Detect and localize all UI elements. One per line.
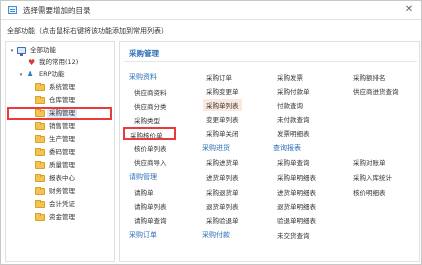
folder-icon (35, 161, 45, 169)
function-link[interactable]: 核价单列表 (134, 143, 167, 153)
category-label: 请购管理 (129, 173, 157, 181)
function-link[interactable]: 采购类型 (134, 115, 160, 125)
function-link[interactable]: 退货单列表 (206, 201, 239, 211)
tree-folder-label: 财务管理 (49, 187, 75, 195)
function-link[interactable]: 供应商资料 (134, 87, 167, 97)
function-link[interactable]: 进货单列表 (206, 172, 239, 182)
function-content-panel: 采购管理 采购资料 供应商资料 供应商分类 采购类型 采购核价单 核价单列表 供… (119, 41, 420, 262)
function-link[interactable]: 请购单查询 (134, 215, 167, 225)
tree-folder-label: 生产管理 (49, 135, 75, 143)
folder-icon (35, 148, 45, 156)
function-link[interactable]: 退货单明细表 (277, 201, 316, 211)
function-link[interactable]: 核价明细表 (353, 187, 386, 197)
function-link[interactable]: 采购入库统计 (353, 172, 392, 182)
people-icon: ♟ (27, 70, 34, 78)
folder-icon (35, 174, 45, 182)
function-link[interactable]: 采购对账单 (353, 157, 386, 167)
tree-folder-label: 资金管理 (49, 213, 75, 221)
function-link[interactable]: 未交货查询 (277, 230, 310, 240)
function-link[interactable]: 采购订单 (206, 72, 232, 82)
tree-folder-label: 仓库管理 (49, 96, 75, 104)
tree-folder-label: 系统管理 (49, 83, 75, 91)
function-link[interactable]: 进货单明细表 (277, 187, 316, 197)
function-link[interactable]: 采购单关闭 (206, 128, 239, 138)
collapse-icon[interactable]: ▾ (9, 48, 15, 54)
function-link[interactable]: 验退单明细表 (277, 215, 316, 225)
category-label: 采购资料 (129, 73, 157, 81)
close-icon[interactable]: ✕ (403, 4, 415, 16)
folder-icon (35, 96, 45, 104)
function-link[interactable]: 采购单查询 (277, 157, 310, 167)
tree-folder-label: 报表中心 (49, 174, 75, 182)
tree-folder-label: 质量管理 (49, 161, 75, 169)
category-label: 采购订单 (129, 231, 157, 239)
function-link-hover[interactable]: 采购单列表 (203, 99, 242, 111)
category-label: 采购付款 (202, 231, 230, 239)
function-link[interactable]: 供应商导入 (134, 157, 167, 167)
function-link[interactable]: 采购验退单 (206, 215, 239, 225)
tree-erp-label: ERP功能 (39, 70, 65, 78)
folder-icon (35, 187, 45, 195)
function-link[interactable]: 发票明细表 (277, 128, 310, 138)
folder-icon (35, 83, 45, 91)
hint-text: 全部功能（点击鼠标右键将该功能添加到常用列表） (7, 27, 168, 35)
collapse-icon[interactable]: ▾ (18, 72, 24, 78)
category-label: 查询报表 (273, 144, 301, 152)
selection-highlight-box (7, 107, 112, 120)
tree-folder-label: 销售管理 (49, 122, 75, 130)
function-link[interactable]: 采购额排名 (353, 72, 386, 82)
selection-highlight-box (123, 127, 176, 140)
folder-icon (35, 200, 45, 208)
category-label: 采购进货 (202, 144, 230, 152)
function-tree: ▾ 全部功能 ♥ 我的常用(12) ▾ ♟ ERP功能 系统管理 仓库管理 采购… (5, 41, 115, 262)
folder-icon (35, 122, 45, 130)
folder-icon (35, 135, 45, 143)
function-link[interactable]: 采购进货单 (206, 157, 239, 167)
title-bar: 选择需要增加的目录 ✕ (1, 1, 421, 20)
function-link[interactable]: 采购发票 (277, 72, 303, 82)
tree-root-label: 全部功能 (30, 46, 56, 54)
tree-folder-label: 会计凭证 (49, 200, 75, 208)
function-link[interactable]: 请购单列表 (134, 201, 167, 211)
tree-favorites-label: 我的常用(12) (39, 58, 79, 66)
window-icon (8, 6, 17, 14)
section-divider (124, 61, 417, 62)
folder-icon (35, 213, 45, 221)
section-title: 采购管理 (129, 49, 159, 58)
function-link[interactable]: 供应商进货查询 (353, 86, 399, 96)
function-link[interactable]: 采购付款单 (277, 86, 310, 96)
function-link[interactable]: 供应商分类 (134, 101, 167, 111)
tree-folder-label: 委码管理 (49, 148, 75, 156)
function-link[interactable]: 变更单列表 (206, 114, 239, 124)
window-title: 选择需要增加的目录 (23, 6, 91, 15)
function-link[interactable]: 采购单明细表 (277, 172, 316, 182)
dialog-window: 选择需要增加的目录 ✕ 全部功能（点击鼠标右键将该功能添加到常用列表） ▾ 全部… (0, 0, 422, 265)
function-link[interactable]: 请购单 (134, 187, 154, 197)
computer-icon (17, 47, 26, 56)
function-link[interactable]: 付款查询 (277, 100, 303, 110)
function-link[interactable]: 采购退货单 (206, 187, 239, 197)
heart-icon: ♥ (28, 58, 36, 67)
function-link[interactable]: 采购变更单 (206, 86, 239, 96)
function-link[interactable]: 未付款查询 (277, 114, 310, 124)
